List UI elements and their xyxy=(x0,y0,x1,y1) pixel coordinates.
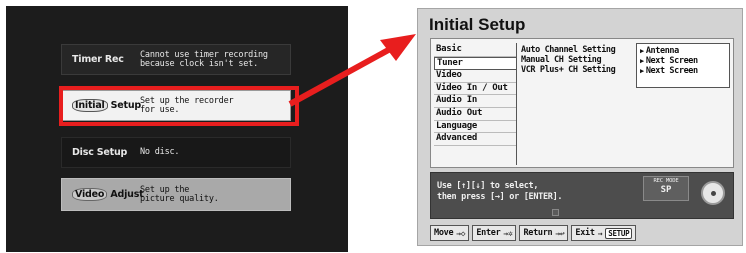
tab-basic[interactable]: Basic xyxy=(434,44,516,57)
setting-manual-ch[interactable]: Manual CH Setting xyxy=(521,55,633,65)
rec-mode-label: REC MODE xyxy=(653,178,679,184)
exit-hint: Exit → SETUP xyxy=(571,225,637,241)
rec-mode-value: SP xyxy=(660,185,672,195)
setup-key: SETUP xyxy=(605,227,633,239)
menu-item-description: No disc. xyxy=(140,147,180,157)
arrow-right-icon: → xyxy=(597,228,603,238)
selection-highlight xyxy=(59,86,299,126)
setting-vcr-plus-ch[interactable]: VCR Plus+ CH Setting xyxy=(521,65,633,75)
help-text: Use [↑][↓] to select, then press [→] or … xyxy=(437,181,563,202)
disc-icon xyxy=(701,181,725,205)
menu-item-description: Set up the picture quality. xyxy=(140,184,219,204)
setup-content: Basic Tuner Video Video In / Out Audio I… xyxy=(430,38,734,168)
menu-item-description: Cannot use timer recording because clock… xyxy=(140,49,268,69)
return-label: Return xyxy=(523,228,553,238)
menu-item-video-adjust[interactable]: Video Adjust Set up the picture quality. xyxy=(61,178,291,211)
menu-item-label: Video Adjust xyxy=(62,188,144,201)
tab-video-in-out[interactable]: Video In / Out xyxy=(434,83,516,96)
return-hint: Return →↩ xyxy=(519,225,569,241)
initial-setup-screen: Initial Setup Basic Tuner Video Video In… xyxy=(417,8,743,246)
help-panel: Use [↑][↓] to select, then press [→] or … xyxy=(430,172,734,219)
dpad-icon: →◇ xyxy=(456,228,466,238)
navigation-help-bar: Move →◇ Enter →✲ Return →↩ Exit → SETUP xyxy=(430,224,734,242)
value-next-screen[interactable]: ▶ Next Screen xyxy=(640,66,729,76)
tab-advanced[interactable]: Advanced xyxy=(434,133,516,146)
enter-button-icon: →✲ xyxy=(503,228,513,238)
play-triangle-icon: ▶ xyxy=(640,67,644,75)
tab-audio-out[interactable]: Audio Out xyxy=(434,108,516,121)
tab-language[interactable]: Language xyxy=(434,121,516,134)
menu-item-timer-rec[interactable]: Timer Rec Cannot use timer recording bec… xyxy=(61,44,291,75)
page-title: Initial Setup xyxy=(429,15,526,34)
video-adjust-icon: Video xyxy=(72,188,108,201)
value-text: Antenna xyxy=(645,46,679,56)
exit-label: Exit xyxy=(575,228,595,238)
value-next-screen[interactable]: ▶ Next Screen xyxy=(640,56,729,66)
setup-tabs: Basic Tuner Video Video In / Out Audio I… xyxy=(434,44,516,146)
play-triangle-icon: ▶ xyxy=(640,57,644,65)
setting-auto-channel[interactable]: Auto Channel Setting xyxy=(521,45,633,55)
tab-divider xyxy=(516,43,517,165)
move-label: Move xyxy=(434,228,454,238)
tab-tuner[interactable]: Tuner xyxy=(434,56,516,71)
tab-video[interactable]: Video xyxy=(434,70,516,83)
rec-mode-indicator: REC MODE SP xyxy=(643,176,689,201)
return-button-icon: →↩ xyxy=(555,228,565,238)
value-text: Next Screen xyxy=(645,56,698,66)
play-triangle-icon: ▶ xyxy=(640,47,644,55)
scroll-indicator xyxy=(552,209,559,216)
tab-audio-in[interactable]: Audio In xyxy=(434,95,516,108)
settings-list: Auto Channel Setting Manual CH Setting V… xyxy=(521,45,633,75)
value-text: Next Screen xyxy=(645,66,698,76)
enter-hint: Enter →✲ xyxy=(472,225,517,241)
value-antenna[interactable]: ▶ Antenna xyxy=(640,46,729,56)
enter-label: Enter xyxy=(476,228,501,238)
move-hint: Move →◇ xyxy=(430,225,470,241)
settings-values: ▶ Antenna ▶ Next Screen ▶ Next Screen xyxy=(636,43,730,88)
menu-item-disc-setup[interactable]: Disc Setup No disc. xyxy=(61,137,291,168)
main-menu-screen: Timer Rec Cannot use timer recording bec… xyxy=(6,6,348,252)
menu-item-label: Disc Setup xyxy=(72,147,128,158)
menu-item-label-text: Adjust xyxy=(110,189,144,200)
menu-item-label: Timer Rec xyxy=(72,54,124,65)
